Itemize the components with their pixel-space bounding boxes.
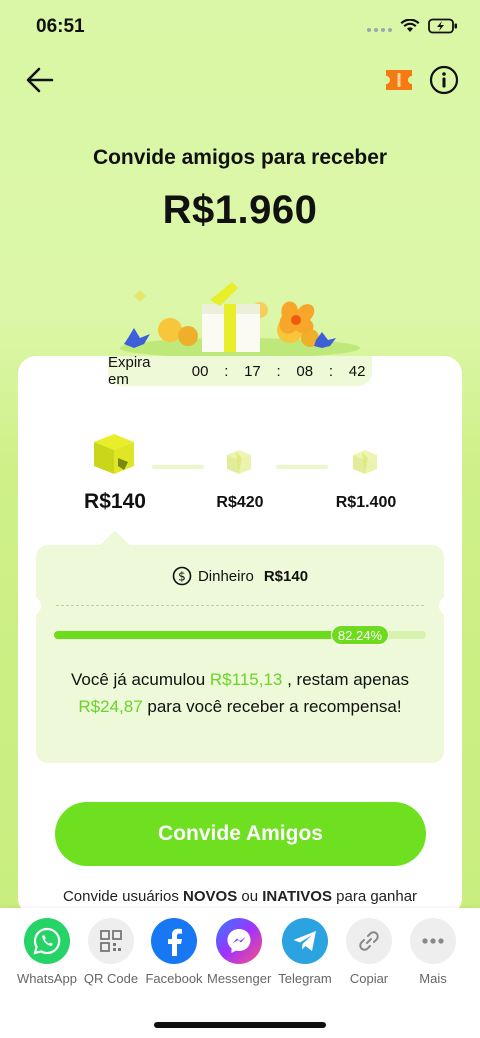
cash-label: Dinheiro xyxy=(197,567,254,585)
ticket-button[interactable] xyxy=(384,66,414,94)
share-facebook[interactable]: Facebook xyxy=(142,918,206,986)
hint-inativos: INATIVOS xyxy=(262,888,332,905)
svg-text:$: $ xyxy=(178,570,186,584)
share-label: QR Code xyxy=(83,971,139,986)
reward-amount: R$1.960 xyxy=(162,188,318,232)
accumulated-suffix: para você receber a recompensa! xyxy=(142,697,402,716)
share-label: Mais xyxy=(419,971,447,986)
dollar-coin-icon: $ xyxy=(172,566,192,586)
hint-ou: ou xyxy=(237,888,263,905)
step-connector xyxy=(152,465,204,469)
share-more[interactable]: Mais xyxy=(401,918,465,986)
status-icons xyxy=(367,18,458,34)
hint-novos: NOVOS xyxy=(183,888,238,905)
gift-box-icon xyxy=(224,448,254,481)
page-title: Convide amigos para receber xyxy=(92,146,388,169)
home-indicator xyxy=(154,1022,326,1028)
whatsapp-icon xyxy=(24,918,70,964)
progress-fill xyxy=(54,631,360,639)
gift-box-icon-active xyxy=(88,432,140,481)
timer-seconds: 08 xyxy=(296,362,314,380)
share-label: Facebook xyxy=(145,971,203,986)
ticket-icon xyxy=(386,70,412,90)
info-icon xyxy=(429,65,459,95)
accumulated-prefix: Você já acumulou xyxy=(70,670,210,689)
info-button[interactable] xyxy=(428,64,460,96)
cash-row: $ Dinheiro R$140 xyxy=(36,566,444,586)
accumulated-amount: R$115,13 xyxy=(209,670,283,689)
status-time: 06:51 xyxy=(36,16,85,37)
share-telegram[interactable]: Telegram xyxy=(273,918,337,986)
battery-icon xyxy=(428,18,458,34)
step-label-1: R$140 xyxy=(84,490,146,513)
remaining-amount: R$24,87 xyxy=(78,697,143,716)
step-label-2: R$420 xyxy=(216,494,264,511)
timer-hours: 00 xyxy=(191,362,209,380)
share-qr-code[interactable]: QR Code xyxy=(79,918,143,986)
expiry-timer: Expira em 00 : 17 : 08 : 42 xyxy=(108,354,372,388)
timer-separator: : xyxy=(328,362,334,380)
hint-suffix: para ganhar xyxy=(331,888,418,905)
gift-box-icon xyxy=(350,448,380,481)
timer-minutes: 17 xyxy=(244,362,261,380)
telegram-icon xyxy=(282,918,328,964)
back-button[interactable] xyxy=(22,62,62,98)
share-label: WhatsApp xyxy=(17,971,77,986)
invite-hint: Convide usuários NOVOS ou INATIVOS para … xyxy=(0,888,480,905)
arrow-left-icon xyxy=(26,67,54,93)
wifi-icon xyxy=(400,19,420,33)
timer-separator: : xyxy=(224,362,229,380)
progress-percent: 82.24% xyxy=(330,625,390,645)
share-label: Telegram xyxy=(278,971,332,986)
accumulated-middle: , restam apenas xyxy=(282,670,409,689)
invite-friends-button[interactable]: Convide Amigos xyxy=(55,802,426,866)
dashed-divider xyxy=(56,605,424,606)
timer-label: Expira em xyxy=(108,354,151,388)
qr-code-icon xyxy=(88,918,134,964)
step-connector xyxy=(276,465,328,469)
more-icon xyxy=(410,918,456,964)
link-icon xyxy=(346,918,392,964)
signal-icon xyxy=(367,20,392,32)
share-copy-link[interactable]: Copiar xyxy=(337,918,401,986)
share-whatsapp[interactable]: WhatsApp xyxy=(15,918,79,986)
timer-separator: : xyxy=(276,362,281,380)
accumulated-text: Você já acumulou R$115,13 , restam apena… xyxy=(56,666,424,720)
status-bar: 06:51 xyxy=(0,0,480,56)
facebook-icon xyxy=(151,918,197,964)
timer-centis: 42 xyxy=(348,362,366,380)
share-label: Messenger xyxy=(207,971,272,986)
gift-illustration xyxy=(110,280,370,360)
messenger-icon xyxy=(216,918,262,964)
cash-value: R$140 xyxy=(263,567,309,585)
share-label: Copiar xyxy=(349,971,389,986)
share-messenger[interactable]: Messenger xyxy=(207,918,271,986)
hint-prefix: Convide usuários xyxy=(62,888,184,905)
step-label-3: R$1.400 xyxy=(335,494,397,511)
